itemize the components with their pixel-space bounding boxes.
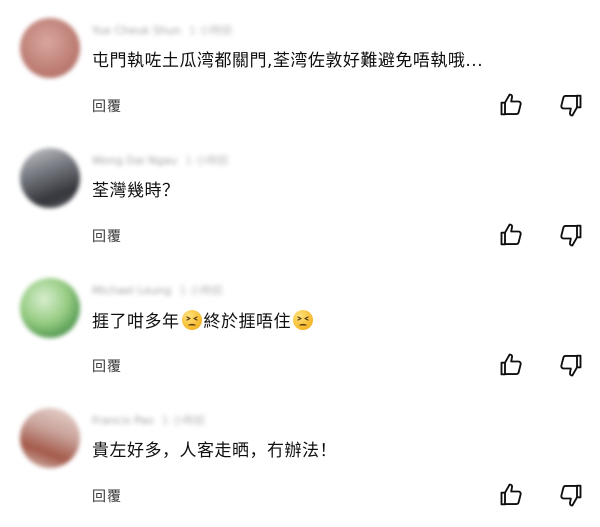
avatar[interactable] (20, 18, 80, 78)
reply-button[interactable]: 回覆 (92, 96, 122, 116)
thumbs-down-icon[interactable] (556, 351, 584, 379)
reply-button[interactable]: 回覆 (92, 486, 122, 506)
thumbs-down-icon[interactable] (556, 481, 584, 509)
comment-item: Francis Pao 1 小時前 貴左好多，人客走晒，冇辦法！ 回覆 (0, 390, 600, 520)
reply-button[interactable]: 回覆 (92, 356, 122, 376)
tired-face-emoji (293, 310, 313, 330)
comment-time: 1 小時前 (161, 414, 206, 427)
comment-meta: Michael Leung 1 小時前 (92, 284, 223, 298)
comment-time: 1 小時前 (179, 284, 223, 297)
comment-text: 荃灣幾時？ (92, 181, 180, 201)
comment-meta: Francis Pao 1 小時前 (92, 414, 206, 428)
comment-author[interactable]: Michael Leung (92, 284, 171, 297)
comment-time: 1 小時前 (185, 154, 229, 167)
comment-author[interactable]: Wong Dai Ngau (92, 154, 177, 167)
thumbs-up-icon[interactable] (498, 91, 526, 119)
comment-item: Yue Cheuk Shun 1 小時前 屯門執咗土瓜湾都關門,荃湾佐敦好難避免… (0, 0, 600, 130)
avatar[interactable] (20, 148, 80, 208)
comment-meta: Yue Cheuk Shun 1 小時前 (92, 24, 233, 38)
thumbs-up-icon[interactable] (498, 351, 526, 379)
comment-meta: Wong Dai Ngau 1 小時前 (92, 154, 229, 168)
comment-text: 屯門執咗土瓜湾都關門,荃湾佐敦好難避免唔執哦... (92, 51, 484, 71)
thumbs-up-icon[interactable] (498, 221, 526, 249)
comment-author[interactable]: Francis Pao (92, 414, 154, 427)
comment-text-part: 捱了咁多年 (92, 312, 180, 332)
avatar[interactable] (20, 278, 80, 338)
comment-text: 捱了咁多年 終於捱唔住 (92, 310, 315, 333)
tired-face-emoji (181, 310, 202, 330)
comment-item: Michael Leung 1 小時前 捱了咁多年 終於捱唔住 回覆 (0, 260, 600, 390)
comment-time: 1 小時前 (188, 24, 233, 37)
thumbs-up-icon[interactable] (498, 481, 526, 509)
comment-author[interactable]: Yue Cheuk Shun (92, 24, 181, 37)
comment-text: 貴左好多，人客走晒，冇辦法！ (92, 441, 337, 461)
thumbs-down-icon[interactable] (556, 221, 584, 249)
comment-item: Wong Dai Ngau 1 小時前 荃灣幾時？ 回覆 (0, 130, 600, 260)
avatar[interactable] (20, 408, 80, 468)
thumbs-down-icon[interactable] (556, 91, 584, 119)
reply-button[interactable]: 回覆 (92, 226, 122, 246)
comment-text-part: 終於捱唔住 (203, 312, 291, 332)
